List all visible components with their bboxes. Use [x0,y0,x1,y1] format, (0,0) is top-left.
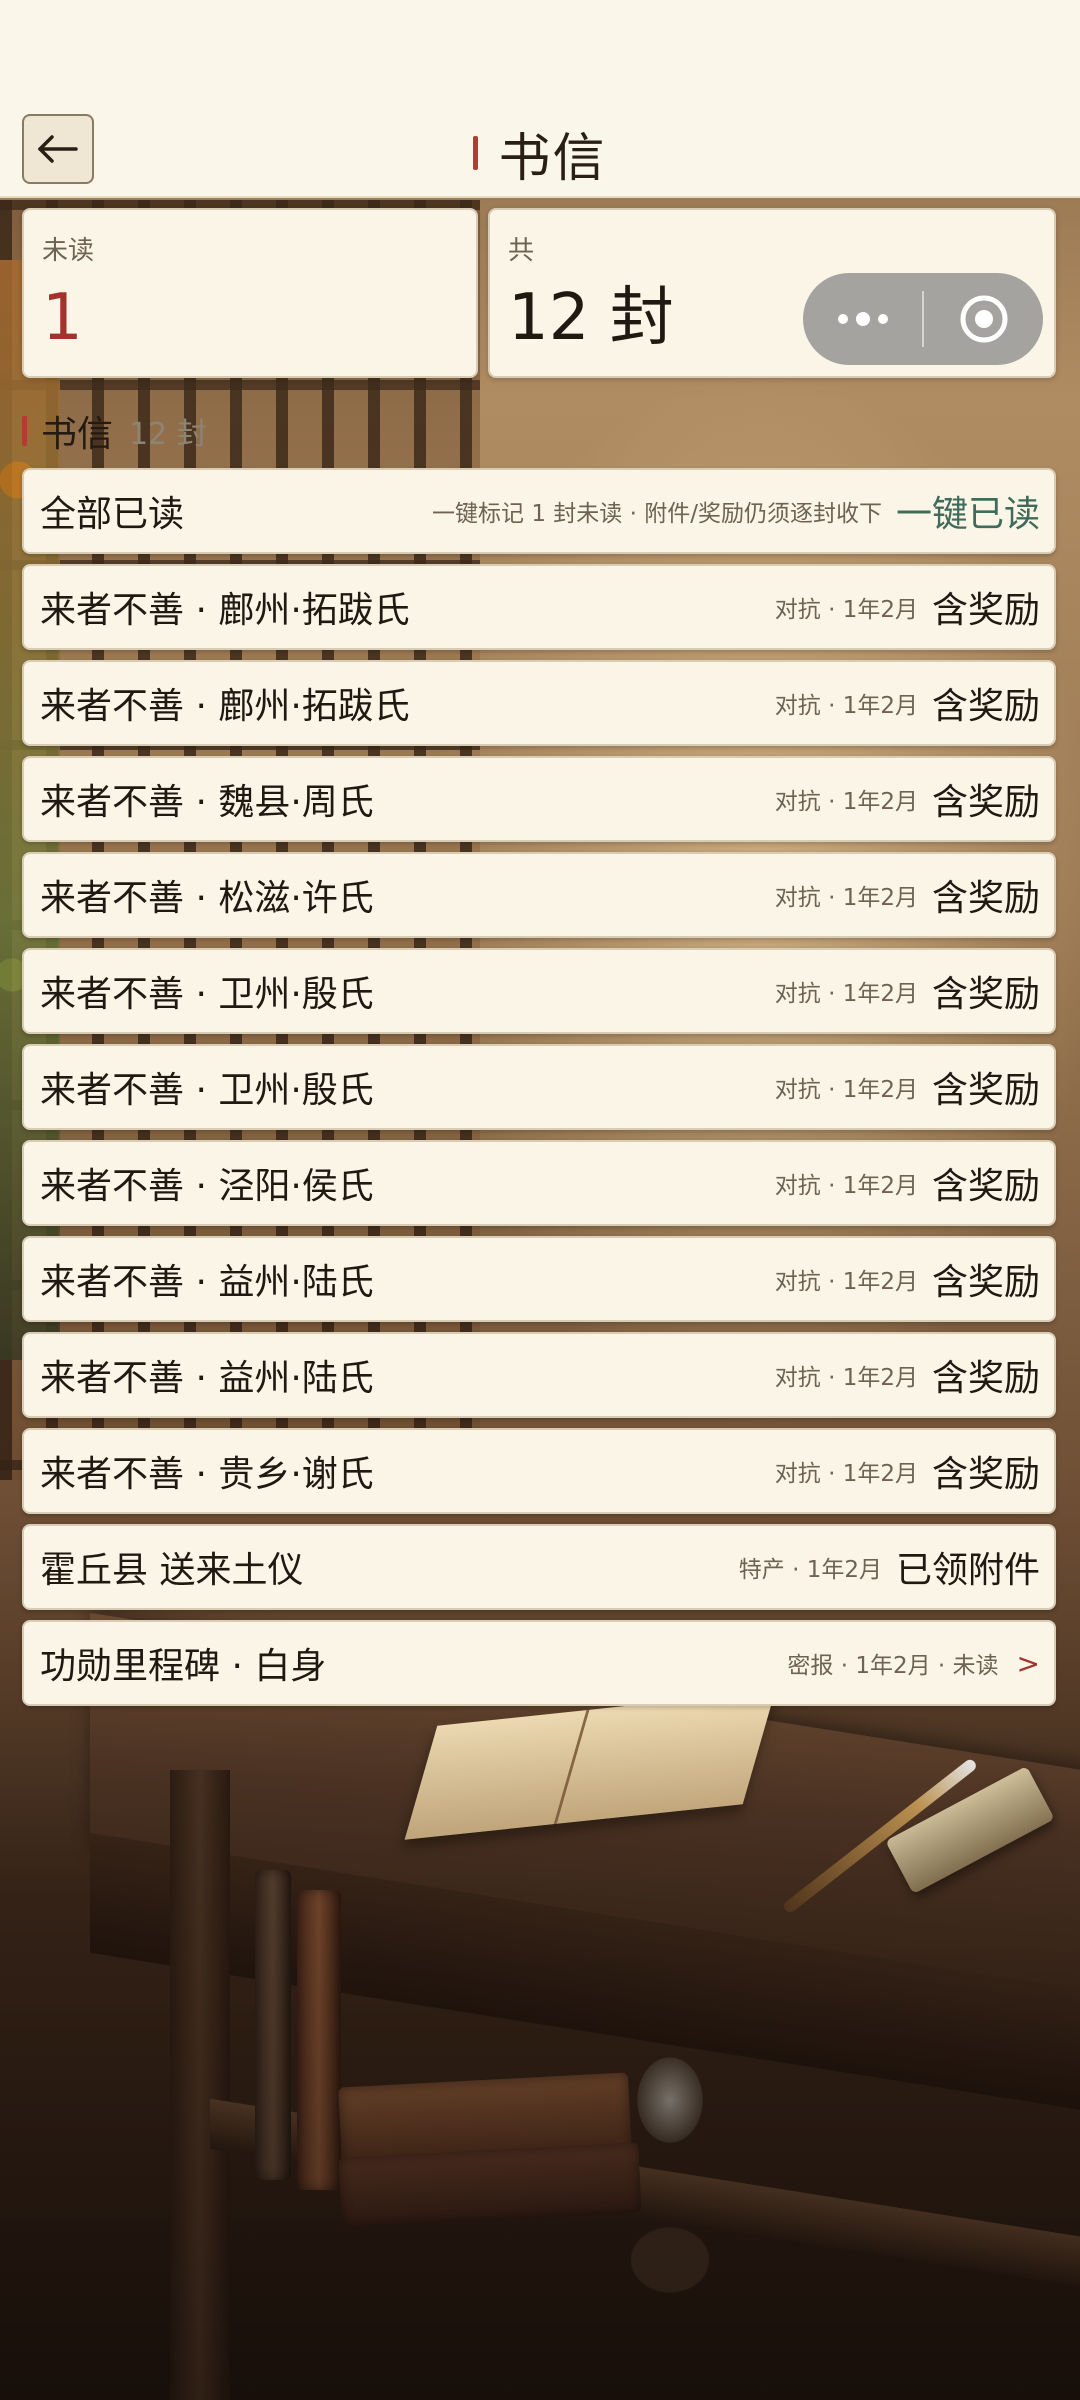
letter-meta: 密报 · 1年2月 · 未读 [787,1653,999,1679]
back-button[interactable] [22,114,94,184]
letter-title: 来者不善 · 卫州·殷氏 [40,974,374,1015]
mini-program-capsule [803,273,1043,365]
mark-all-read-button[interactable]: 一键已读 [896,485,1040,537]
letter-meta: 对抗 · 1年2月 [774,885,918,911]
letter-tag: 含奖励 [931,1454,1040,1495]
unread-stat-card: 未读 1 [22,208,478,378]
more-dots-icon [837,312,888,326]
mark-all-title: 全部已读 [40,494,185,535]
total-stat-card: 共 12 封 [488,208,1056,378]
total-label: 共 [508,236,535,266]
total-count: 12 封 [508,281,674,355]
letter-tag: 含奖励 [931,590,1040,631]
status-bar-area [0,0,1080,110]
header-bar: 书信 [0,110,1080,198]
capsule-close-button[interactable] [924,273,1043,365]
letter-title: 来者不善 · 贵乡·谢氏 [40,1454,374,1495]
letter-title: 霍丘县 送来土仪 [40,1550,304,1591]
letter-title: 来者不善 · 松滋·许氏 [40,878,374,919]
letter-tag: 含奖励 [931,1358,1040,1399]
letter-meta: 对抗 · 1年2月 [774,1461,918,1487]
letter-row[interactable]: 来者不善 · 益州·陆氏 对抗 · 1年2月 含奖励 [22,1332,1056,1418]
letter-tag: 含奖励 [931,1262,1040,1303]
mark-all-read-row: 全部已读 一键标记 1 封未读 · 附件/奖励仍须逐封收下 一键已读 [22,468,1056,554]
letter-title: 来者不善 · 卫州·殷氏 [40,1070,374,1111]
section-title: 书信 [41,414,114,455]
page-title: 书信 [498,128,607,189]
letter-meta: 对抗 · 1年2月 [774,1365,918,1391]
letter-right: 对抗 · 1年2月 含奖励 [775,1253,1040,1305]
letter-title: 功勋里程碑 · 白身 [40,1646,327,1687]
mark-all-right: 一键标记 1 封未读 · 附件/奖励仍须逐封收下 一键已读 [432,485,1040,537]
letter-right: 对抗 · 1年2月 含奖励 [775,1157,1040,1209]
unread-label: 未读 [42,236,95,266]
letter-meta: 对抗 · 1年2月 [774,597,918,623]
letter-right: 对抗 · 1年2月 含奖励 [775,965,1040,1017]
letter-right: 对抗 · 1年2月 含奖励 [775,773,1040,825]
letter-row[interactable]: 来者不善 · 卫州·殷氏 对抗 · 1年2月 含奖励 [22,1044,1056,1130]
letter-row[interactable]: 来者不善 · 鄜州·拓跋氏 对抗 · 1年2月 含奖励 [22,564,1056,650]
letter-row[interactable]: 来者不善 · 鄜州·拓跋氏 对抗 · 1年2月 含奖励 [22,660,1056,746]
letter-meta: 对抗 · 1年2月 [774,693,918,719]
letter-row[interactable]: 来者不善 · 益州·陆氏 对抗 · 1年2月 含奖励 [22,1236,1056,1322]
letter-row[interactable]: 霍丘县 送来土仪 特产 · 1年2月 已领附件 [22,1524,1056,1610]
letter-tag: 含奖励 [931,782,1040,823]
arrow-left-icon [38,135,78,163]
letter-title: 来者不善 · 益州·陆氏 [40,1262,374,1303]
section-heading: 书信 12 封 [22,405,207,457]
letter-meta: 对抗 · 1年2月 [774,789,918,815]
letter-tag: 含奖励 [931,1070,1040,1111]
letter-title: 来者不善 · 鄜州·拓跋氏 [40,686,410,727]
letter-right: 对抗 · 1年2月 含奖励 [775,1349,1040,1401]
target-close-icon [960,295,1007,343]
letter-row[interactable]: 来者不善 · 卫州·殷氏 对抗 · 1年2月 含奖励 [22,948,1056,1034]
letter-row[interactable]: 来者不善 · 泾阳·侯氏 对抗 · 1年2月 含奖励 [22,1140,1056,1226]
letter-meta: 对抗 · 1年2月 [774,981,918,1007]
letter-right: 密报 · 1年2月 · 未读 > [787,1646,1040,1680]
letter-right: 特产 · 1年2月 已领附件 [739,1541,1040,1593]
letter-right: 对抗 · 1年2月 含奖励 [775,677,1040,729]
letter-tag: 含奖励 [931,1166,1040,1207]
capsule-more-button[interactable] [803,273,922,365]
letter-right: 对抗 · 1年2月 含奖励 [775,869,1040,921]
letter-title: 来者不善 · 益州·陆氏 [40,1358,374,1399]
letter-row[interactable]: 来者不善 · 贵乡·谢氏 对抗 · 1年2月 含奖励 [22,1428,1056,1514]
letter-title: 来者不善 · 鄜州·拓跋氏 [40,590,410,631]
letter-meta: 对抗 · 1年2月 [774,1173,918,1199]
letter-title: 来者不善 · 魏县·周氏 [40,782,374,823]
letter-right: 对抗 · 1年2月 含奖励 [775,1061,1040,1113]
section-accent-mark [22,416,27,446]
letter-meta: 对抗 · 1年2月 [774,1077,918,1103]
unread-count: 1 [42,281,83,355]
letter-title: 来者不善 · 泾阳·侯氏 [40,1166,374,1207]
letter-tag: 含奖励 [931,974,1040,1015]
letter-right: 对抗 · 1年2月 含奖励 [775,581,1040,633]
letter-tag: 含奖励 [931,878,1040,919]
letter-tag: 含奖励 [931,686,1040,727]
letter-meta: 对抗 · 1年2月 [774,1269,918,1295]
letter-row[interactable]: 功勋里程碑 · 白身 密报 · 1年2月 · 未读 > [22,1620,1056,1706]
section-count: 12 封 [129,417,207,452]
letter-meta: 特产 · 1年2月 [738,1557,882,1583]
title-wrap: 书信 [0,110,1080,196]
letter-row[interactable]: 来者不善 · 魏县·周氏 对抗 · 1年2月 含奖励 [22,756,1056,842]
title-accent-mark [473,136,479,170]
letter-list: 全部已读 一键标记 1 封未读 · 附件/奖励仍须逐封收下 一键已读 来者不善 … [22,468,1056,1716]
chevron-right-icon: > [1016,1646,1040,1680]
letter-right: 对抗 · 1年2月 含奖励 [775,1445,1040,1497]
letter-row[interactable]: 来者不善 · 松滋·许氏 对抗 · 1年2月 含奖励 [22,852,1056,938]
letter-tag: 已领附件 [895,1550,1040,1591]
mark-all-hint: 一键标记 1 封未读 · 附件/奖励仍须逐封收下 [432,501,882,527]
